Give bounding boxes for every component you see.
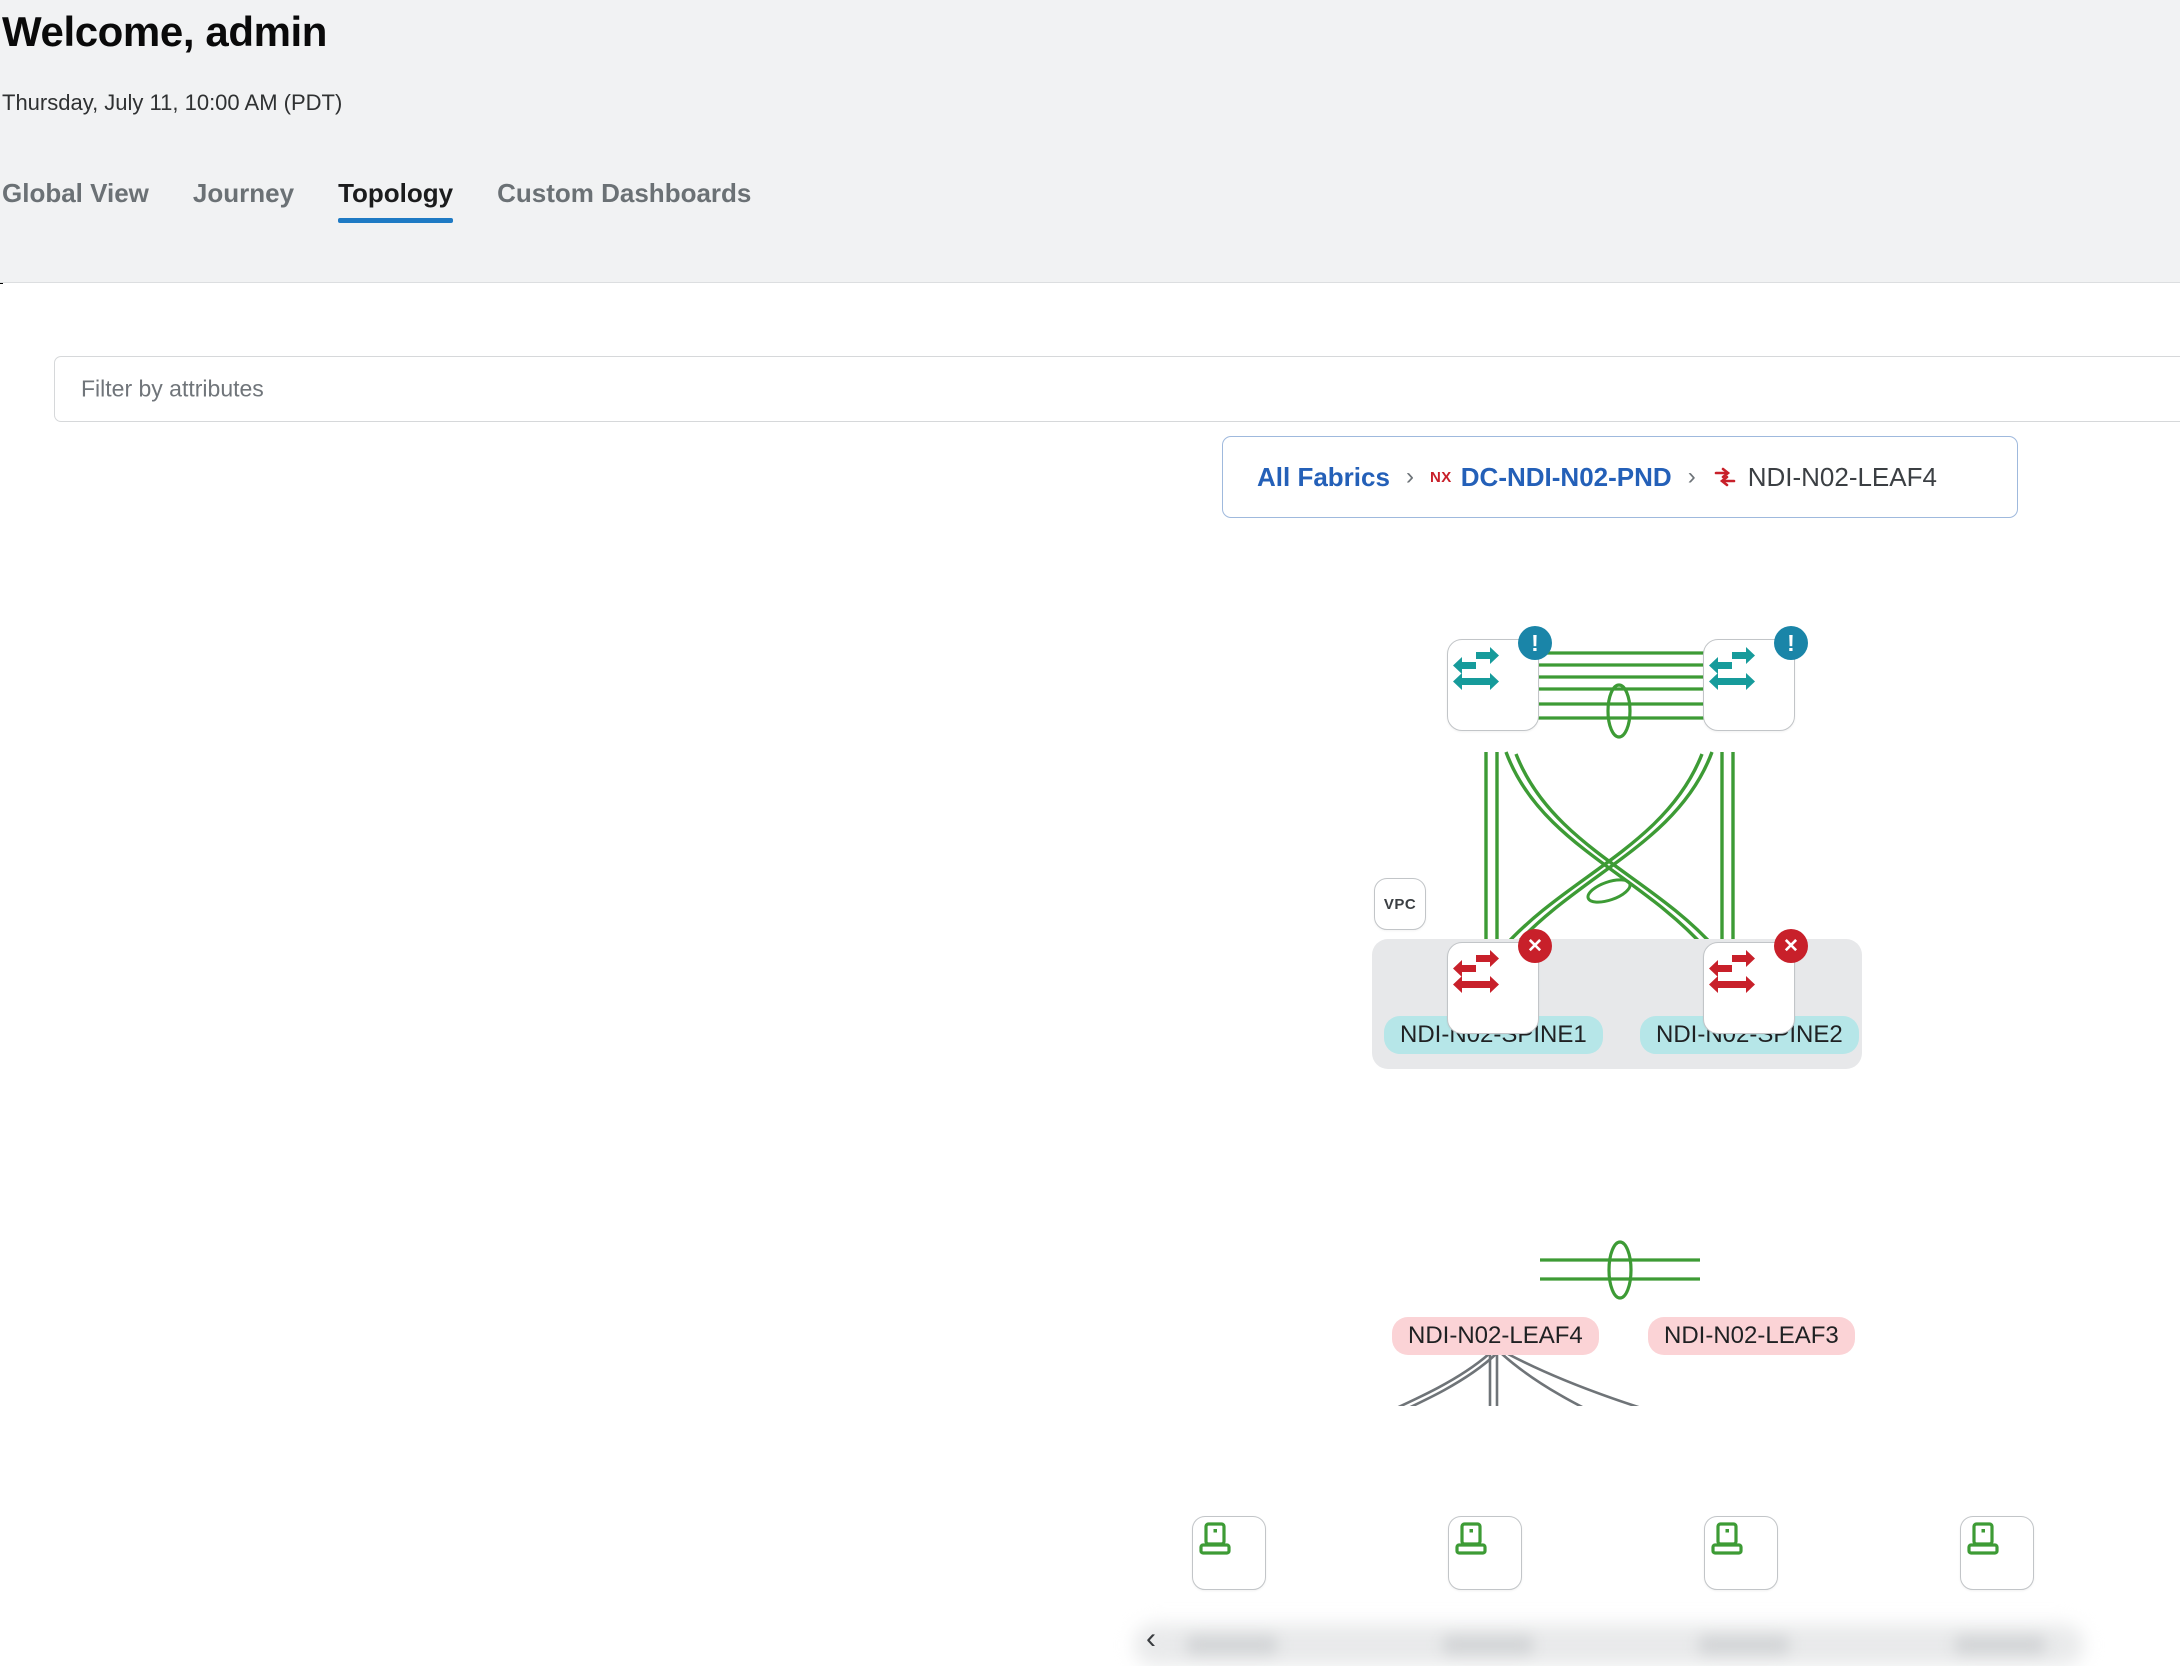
redacted-host-label-3 bbox=[1698, 1636, 1790, 1654]
spine-to-leaf-links bbox=[1484, 751, 1735, 951]
badge-glyph: ✕ bbox=[1783, 935, 1799, 957]
node-leaf4[interactable]: ✕ bbox=[1447, 929, 1552, 1034]
badge-glyph: ✕ bbox=[1527, 935, 1543, 957]
tab-journey[interactable]: Journey bbox=[171, 178, 316, 223]
error-badge-icon[interactable]: ✕ bbox=[1518, 929, 1552, 963]
redacted-host-labels-band bbox=[1134, 1624, 2084, 1666]
node-leaf3[interactable]: ✕ bbox=[1703, 929, 1808, 1034]
filter-input-placeholder[interactable]: Filter by attributes bbox=[81, 376, 264, 403]
breadcrumb-separator-2: › bbox=[1687, 463, 1696, 490]
page-title: Welcome, admin bbox=[2, 8, 328, 55]
badge-glyph: ! bbox=[1787, 629, 1795, 656]
tab-topology[interactable]: Topology bbox=[316, 178, 475, 223]
redacted-host-label-4 bbox=[1954, 1636, 2046, 1654]
page-header: Welcome, admin Thursday, July 11, 10:00 … bbox=[0, 0, 2180, 283]
breadcrumb-separator-1: › bbox=[1405, 463, 1414, 490]
vpc-badge[interactable]: VPC bbox=[1374, 878, 1426, 930]
node-host-1[interactable] bbox=[1192, 1516, 1266, 1590]
tab-global-view[interactable]: Global View bbox=[0, 178, 171, 223]
node-host-4[interactable] bbox=[1960, 1516, 2034, 1590]
warning-badge-icon[interactable]: ! bbox=[1774, 626, 1808, 660]
redacted-host-label-1 bbox=[1186, 1636, 1278, 1654]
breadcrumb-current-node: NDI-N02-LEAF4 bbox=[1747, 461, 1937, 492]
nx-fabric-icon: NX bbox=[1429, 468, 1452, 486]
node-label-leaf4[interactable]: NDI-N02-LEAF4 bbox=[1392, 1317, 1599, 1355]
node-host-3[interactable] bbox=[1704, 1516, 1778, 1590]
current-date-time: Thursday, July 11, 10:00 AM (PDT) bbox=[2, 90, 343, 115]
node-host-2[interactable] bbox=[1448, 1516, 1522, 1590]
error-badge-icon[interactable]: ✕ bbox=[1774, 929, 1808, 963]
leaf-to-leaf-links bbox=[1540, 1240, 1700, 1300]
filter-bar[interactable]: Filter by attributes bbox=[54, 356, 2180, 422]
tab-custom-dashboards[interactable]: Custom Dashboards bbox=[475, 178, 773, 223]
topology-content-panel: Filter by attributes All Fabrics › NX DC… bbox=[0, 284, 2180, 1666]
node-spine1[interactable]: ! bbox=[1447, 626, 1552, 731]
leaf-to-host-links bbox=[1397, 1352, 1640, 1406]
node-spine2[interactable]: ! bbox=[1703, 626, 1808, 731]
breadcrumb-all-fabrics[interactable]: All Fabrics bbox=[1257, 462, 1390, 493]
warning-badge-icon[interactable]: ! bbox=[1518, 626, 1552, 660]
breadcrumb-fabric[interactable]: DC-NDI-N02-PND bbox=[1461, 462, 1672, 493]
badge-glyph: ! bbox=[1531, 629, 1539, 656]
vpc-badge-label: VPC bbox=[1383, 895, 1417, 913]
breadcrumb: All Fabrics › NX DC-NDI-N02-PND › NDI-N0… bbox=[1222, 436, 2018, 518]
horizontal-scroll-indicator[interactable]: ‹ bbox=[1146, 1622, 1156, 1656]
switch-node-icon bbox=[1712, 464, 1738, 490]
main-tab-bar: Global View Journey Topology Custom Dash… bbox=[0, 178, 773, 223]
node-label-leaf3[interactable]: NDI-N02-LEAF3 bbox=[1648, 1317, 1855, 1355]
redacted-host-label-2 bbox=[1442, 1636, 1534, 1654]
